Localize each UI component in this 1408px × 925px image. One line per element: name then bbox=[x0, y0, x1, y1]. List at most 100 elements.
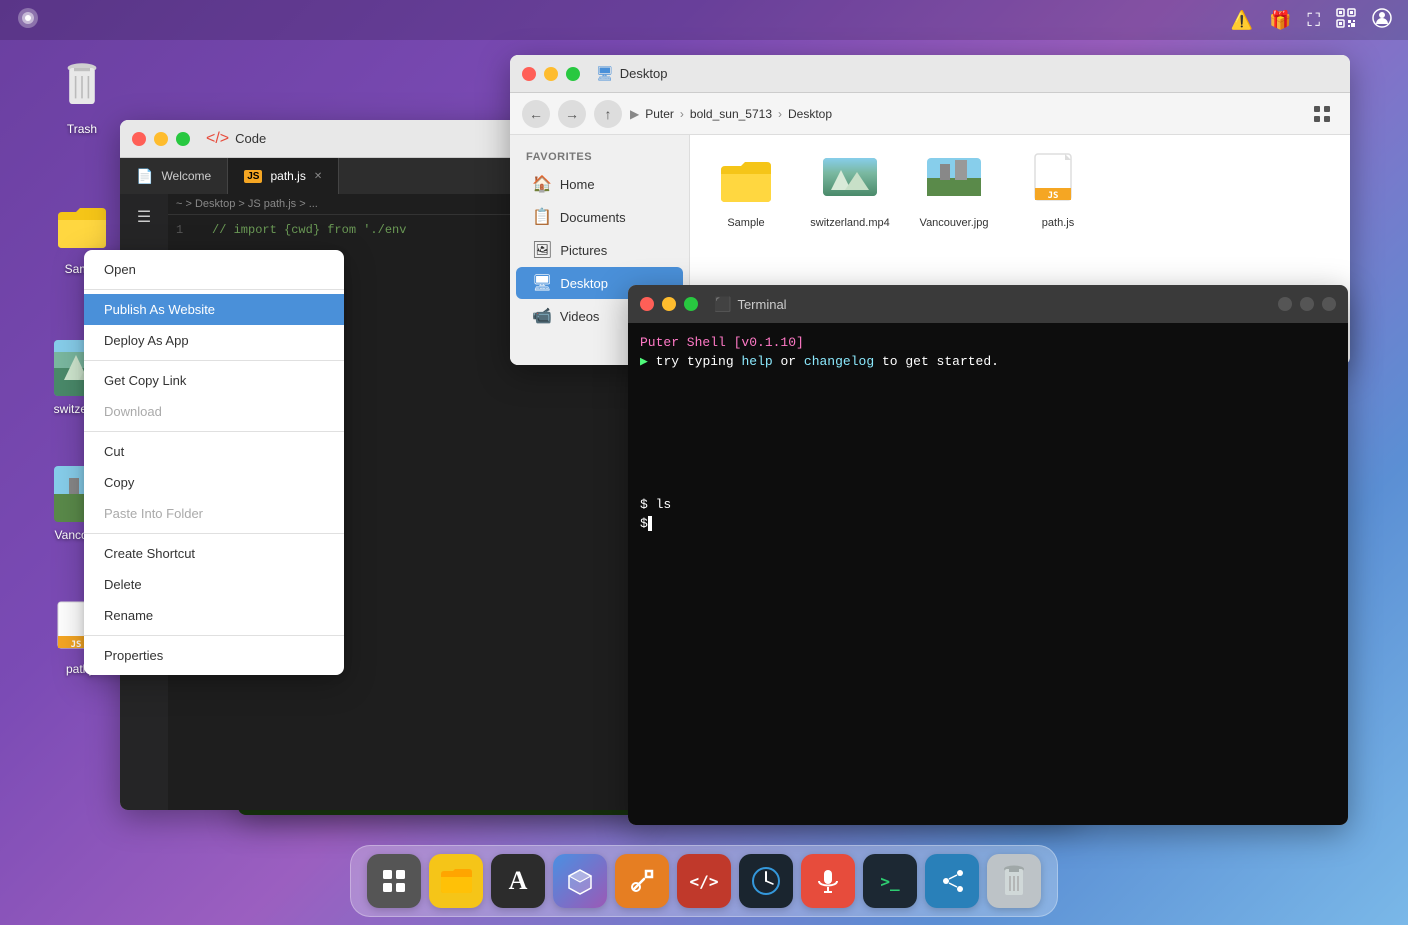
dock-tools-btn[interactable] bbox=[615, 854, 669, 908]
code-min-btn[interactable] bbox=[154, 132, 168, 146]
cm-properties[interactable]: Properties bbox=[84, 640, 344, 671]
fm-up-btn[interactable]: ↑ bbox=[594, 100, 622, 128]
dock-code-icon: </> bbox=[690, 872, 719, 891]
terminal-line-cursor: $ bbox=[640, 516, 1336, 531]
cm-deploy-app[interactable]: Deploy As App bbox=[84, 325, 344, 356]
pathjs-tab-icon: JS bbox=[244, 170, 262, 183]
dock-trash-btn[interactable] bbox=[987, 854, 1041, 908]
breadcrumb-user[interactable]: bold_sun_5713 bbox=[690, 107, 772, 121]
puter-logo[interactable] bbox=[16, 6, 40, 35]
terminal-max-btn[interactable] bbox=[684, 297, 698, 311]
terminal-body[interactable]: Puter Shell [v0.1.10] ▶ try typing help … bbox=[628, 323, 1348, 825]
cm-sep3 bbox=[84, 431, 344, 432]
dock-font-btn[interactable]: A bbox=[491, 854, 545, 908]
fm-nav: ← → ↑ ▶ Puter › bold_sun_5713 › Desktop bbox=[510, 93, 1350, 135]
sidebar-explorer[interactable]: ☰ bbox=[129, 202, 159, 232]
dock-terminal-btn[interactable]: >_ bbox=[863, 854, 917, 908]
fm-file-vancouver[interactable]: Vancouver.jpg bbox=[914, 151, 994, 229]
trash-icon bbox=[54, 60, 110, 116]
terminal-title: ⬛ Terminal bbox=[714, 296, 787, 313]
dock-code-btn[interactable]: </> bbox=[677, 854, 731, 908]
home-icon: 🏠 bbox=[532, 174, 552, 194]
cm-cut[interactable]: Cut bbox=[84, 436, 344, 467]
fullscreen-icon[interactable]: ⛶ bbox=[1307, 10, 1320, 31]
topbar: ⚠️ 🎁 ⛶ bbox=[0, 0, 1408, 40]
terminal-ls-cmd: $ ls bbox=[640, 497, 671, 512]
fm-sidebar-documents[interactable]: 📋 Documents bbox=[516, 201, 683, 233]
fm-file-pathjs[interactable]: JS path.js bbox=[1018, 151, 1098, 229]
code-title-icon: </> bbox=[206, 130, 229, 148]
dock-clock-btn[interactable] bbox=[739, 854, 793, 908]
desktop-label: Desktop bbox=[560, 276, 608, 291]
cm-rename[interactable]: Rename bbox=[84, 600, 344, 631]
terminal-title-icon: ⬛ bbox=[714, 296, 731, 313]
terminal-min-btn[interactable] bbox=[662, 297, 676, 311]
svg-text:JS: JS bbox=[71, 640, 82, 650]
desktop-icon-trash[interactable]: Trash bbox=[37, 60, 127, 136]
terminal-or: or bbox=[781, 354, 804, 369]
documents-label: Documents bbox=[560, 210, 626, 225]
terminal-min-btn2[interactable] bbox=[1278, 297, 1292, 311]
terminal-spacer bbox=[640, 373, 1336, 493]
fm-title-icon: 🖥 bbox=[596, 65, 614, 82]
videos-icon: 📹 bbox=[532, 306, 552, 326]
dock-folder-btn[interactable] bbox=[429, 854, 483, 908]
cm-paste-label: Paste Into Folder bbox=[104, 506, 203, 521]
cm-get-copy-link[interactable]: Get Copy Link bbox=[84, 365, 344, 396]
cm-paste-folder: Paste Into Folder bbox=[84, 498, 344, 529]
terminal-cursor-block bbox=[648, 516, 652, 531]
dock-terminal-icon: >_ bbox=[880, 872, 899, 891]
cm-delete[interactable]: Delete bbox=[84, 569, 344, 600]
terminal-close-btn[interactable] bbox=[640, 297, 654, 311]
fm-sidebar-pictures[interactable]: 🖼 Pictures bbox=[516, 234, 683, 266]
sample-folder-icon bbox=[54, 200, 110, 256]
fm-breadcrumb: ▶ Puter › bold_sun_5713 › Desktop bbox=[630, 107, 1298, 121]
breadcrumb-arrow: ▶ bbox=[630, 107, 639, 121]
terminal-close-btn2[interactable] bbox=[1322, 297, 1336, 311]
fm-view-grid[interactable] bbox=[1306, 98, 1338, 130]
pictures-icon: 🖼 bbox=[532, 240, 552, 260]
terminal-text2: to get started. bbox=[882, 354, 999, 369]
cm-create-shortcut[interactable]: Create Shortcut bbox=[84, 538, 344, 569]
fm-file-sample[interactable]: Sample bbox=[706, 151, 786, 229]
tab-pathjs[interactable]: JS path.js ✕ bbox=[228, 158, 339, 194]
dock-mic-btn[interactable] bbox=[801, 854, 855, 908]
cm-download: Download bbox=[84, 396, 344, 427]
sample-file-name: Sample bbox=[727, 217, 764, 229]
code-title: </> Code bbox=[206, 130, 266, 148]
dock-share-btn[interactable] bbox=[925, 854, 979, 908]
cm-copy[interactable]: Copy bbox=[84, 467, 344, 498]
cm-open[interactable]: Open bbox=[84, 254, 344, 285]
fm-close-btn[interactable] bbox=[522, 67, 536, 81]
terminal-max-btn2[interactable] bbox=[1300, 297, 1314, 311]
dock-grid-btn[interactable] bbox=[367, 854, 421, 908]
fm-back-btn[interactable]: ← bbox=[522, 100, 550, 128]
tab-welcome[interactable]: 📄 Welcome bbox=[120, 158, 228, 194]
breadcrumb-desktop[interactable]: Desktop bbox=[788, 107, 832, 121]
fm-file-switzerland[interactable]: switzerland.mp4 bbox=[810, 151, 890, 229]
warning-icon[interactable]: ⚠️ bbox=[1231, 10, 1253, 31]
terminal-line-1: Puter Shell [v0.1.10] bbox=[640, 335, 1336, 350]
gift-icon[interactable]: 🎁 bbox=[1269, 10, 1291, 31]
fm-max-btn[interactable] bbox=[566, 67, 580, 81]
cm-delete-label: Delete bbox=[104, 577, 142, 592]
cm-shortcut-label: Create Shortcut bbox=[104, 546, 195, 561]
code-max-btn[interactable] bbox=[176, 132, 190, 146]
dock-3d-btn[interactable] bbox=[553, 854, 607, 908]
cm-sep4 bbox=[84, 533, 344, 534]
fm-forward-btn[interactable]: → bbox=[558, 100, 586, 128]
breadcrumb-puter[interactable]: Puter bbox=[645, 107, 674, 121]
cm-copy-link-label: Get Copy Link bbox=[104, 373, 186, 388]
fm-titlebar: 🖥 Desktop bbox=[510, 55, 1350, 93]
qr-icon[interactable] bbox=[1336, 8, 1356, 33]
cm-publish-website[interactable]: Publish As Website bbox=[84, 294, 344, 325]
pathjs-tab-close[interactable]: ✕ bbox=[314, 171, 322, 182]
code-close-btn[interactable] bbox=[132, 132, 146, 146]
cm-sep1 bbox=[84, 289, 344, 290]
fm-sidebar-home[interactable]: 🏠 Home bbox=[516, 168, 683, 200]
fm-title: 🖥 Desktop bbox=[596, 65, 667, 82]
fm-min-btn[interactable] bbox=[544, 67, 558, 81]
user-icon[interactable] bbox=[1372, 8, 1392, 33]
terminal-line-2: ▶ try typing help or changelog to get st… bbox=[640, 354, 1336, 369]
context-menu: Open Publish As Website Deploy As App Ge… bbox=[84, 250, 344, 675]
